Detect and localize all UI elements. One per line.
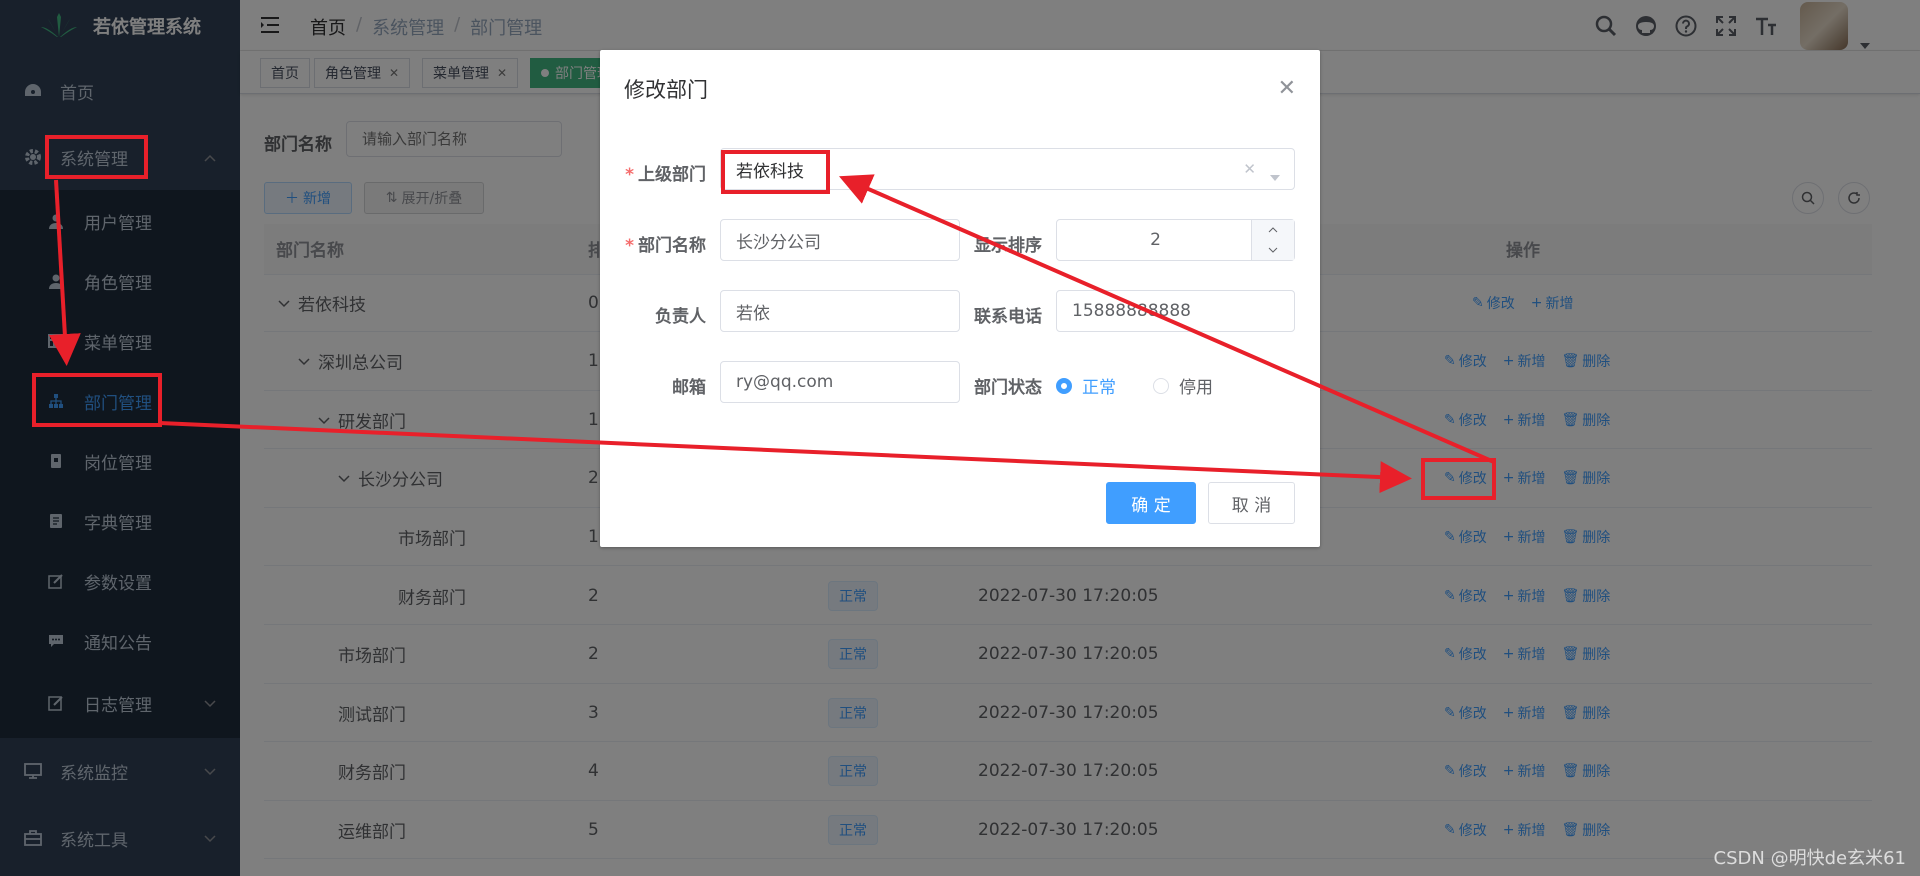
arrow-to-parent-dept <box>839 174 1495 464</box>
annotation-layer <box>32 135 1496 500</box>
watermark: CSDN @明快de玄米61 <box>1713 848 1906 869</box>
highlight-box-edit-op <box>1421 458 1496 500</box>
arrow-to-dept-menu <box>48 179 81 366</box>
highlight-box-parent-dept <box>721 150 830 194</box>
highlight-box-system-mgmt <box>45 135 148 179</box>
arrow-to-edit-op <box>159 421 1412 494</box>
highlight-box-dept-mgmt <box>32 373 162 427</box>
